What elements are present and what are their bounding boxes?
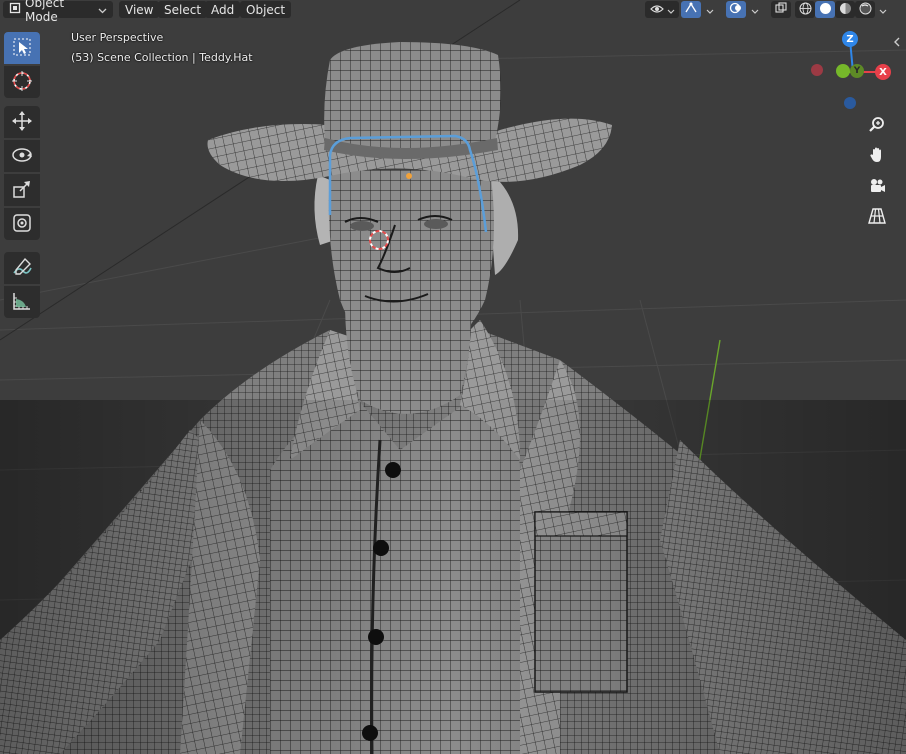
gizmo-neg-z-axis[interactable] [844,97,856,109]
overlay-dropdown[interactable] [748,1,762,18]
solid-shading-icon [819,2,832,18]
camera-icon [868,177,886,198]
mode-selector[interactable]: Object Mode [3,0,113,24]
gizmo-toggle[interactable] [681,1,701,18]
hand-pan-icon [868,146,886,167]
tool-rotate[interactable] [4,140,40,172]
tool-measure[interactable] [4,286,40,318]
xray-toggle[interactable] [771,1,791,18]
mode-label: Object Mode [25,0,65,24]
chevron-down-icon [98,3,107,17]
grid-perspective-icon [868,207,886,228]
zoom-icon [868,116,886,137]
hat-mesh [207,42,612,182]
object-origin [406,173,412,179]
viewport-header: Object Mode View Select Add Object [0,0,906,24]
shading-dropdown[interactable] [876,1,890,18]
3d-viewport[interactable] [0,0,906,754]
shading-rendered[interactable] [855,1,875,18]
tool-select-box[interactable] [4,32,40,64]
measure-icon [11,290,33,315]
menu-select[interactable]: Select [158,1,208,18]
chevron-down-icon [879,3,887,17]
pan-button[interactable] [864,143,890,169]
object-mode-icon [9,2,21,17]
zoom-button[interactable] [864,113,890,139]
chevron-down-icon [706,3,714,17]
tool-annotate[interactable] [4,252,40,284]
gizmo-neg-x-axis[interactable] [811,64,823,76]
camera-view-button[interactable] [864,174,890,200]
navigation-gizmo[interactable]: Z Y X [805,28,895,118]
shading-material[interactable] [835,1,855,18]
chevron-down-icon [751,3,759,17]
shading-solid[interactable] [815,1,835,18]
gizmo-dropdown[interactable] [703,1,717,18]
menu-object[interactable]: Object [240,1,292,18]
rendered-shading-icon [859,2,872,18]
collection-info: (53) Scene Collection | Teddy.Hat [71,51,253,64]
menu-add[interactable]: Add [205,1,241,18]
gizmo-x-axis[interactable]: X [875,64,891,80]
overlay-toggle[interactable] [726,1,746,18]
overlay-icon [729,2,743,17]
select-box-icon [12,37,32,60]
transform-icon [11,212,33,237]
view-name: User Perspective [71,31,164,44]
tool-move[interactable] [4,106,40,138]
move-icon [11,110,33,135]
chevron-down-icon [667,3,675,17]
tool-transform[interactable] [4,208,40,240]
rotate-icon [11,144,33,169]
wireframe-shading-icon [799,2,812,18]
viewport-canvas [0,0,906,754]
gizmo-z-axis[interactable]: Z [842,31,858,47]
annotate-icon [11,256,33,281]
scale-icon [12,179,32,202]
shading-wireframe[interactable] [795,1,815,18]
eye-icon [649,3,664,17]
cursor-icon [11,70,33,95]
gizmo-neg-y-axis[interactable] [836,64,850,78]
xray-icon [775,2,787,17]
material-shading-icon [839,2,852,18]
tool-cursor[interactable] [4,66,40,98]
gizmo-icon [684,2,698,17]
menu-view[interactable]: View [119,1,160,18]
gizmo-y-axis[interactable]: Y [850,64,864,78]
tool-scale[interactable] [4,174,40,206]
perspective-toggle-button[interactable] [864,204,890,230]
visibility-toggle[interactable] [645,1,679,18]
